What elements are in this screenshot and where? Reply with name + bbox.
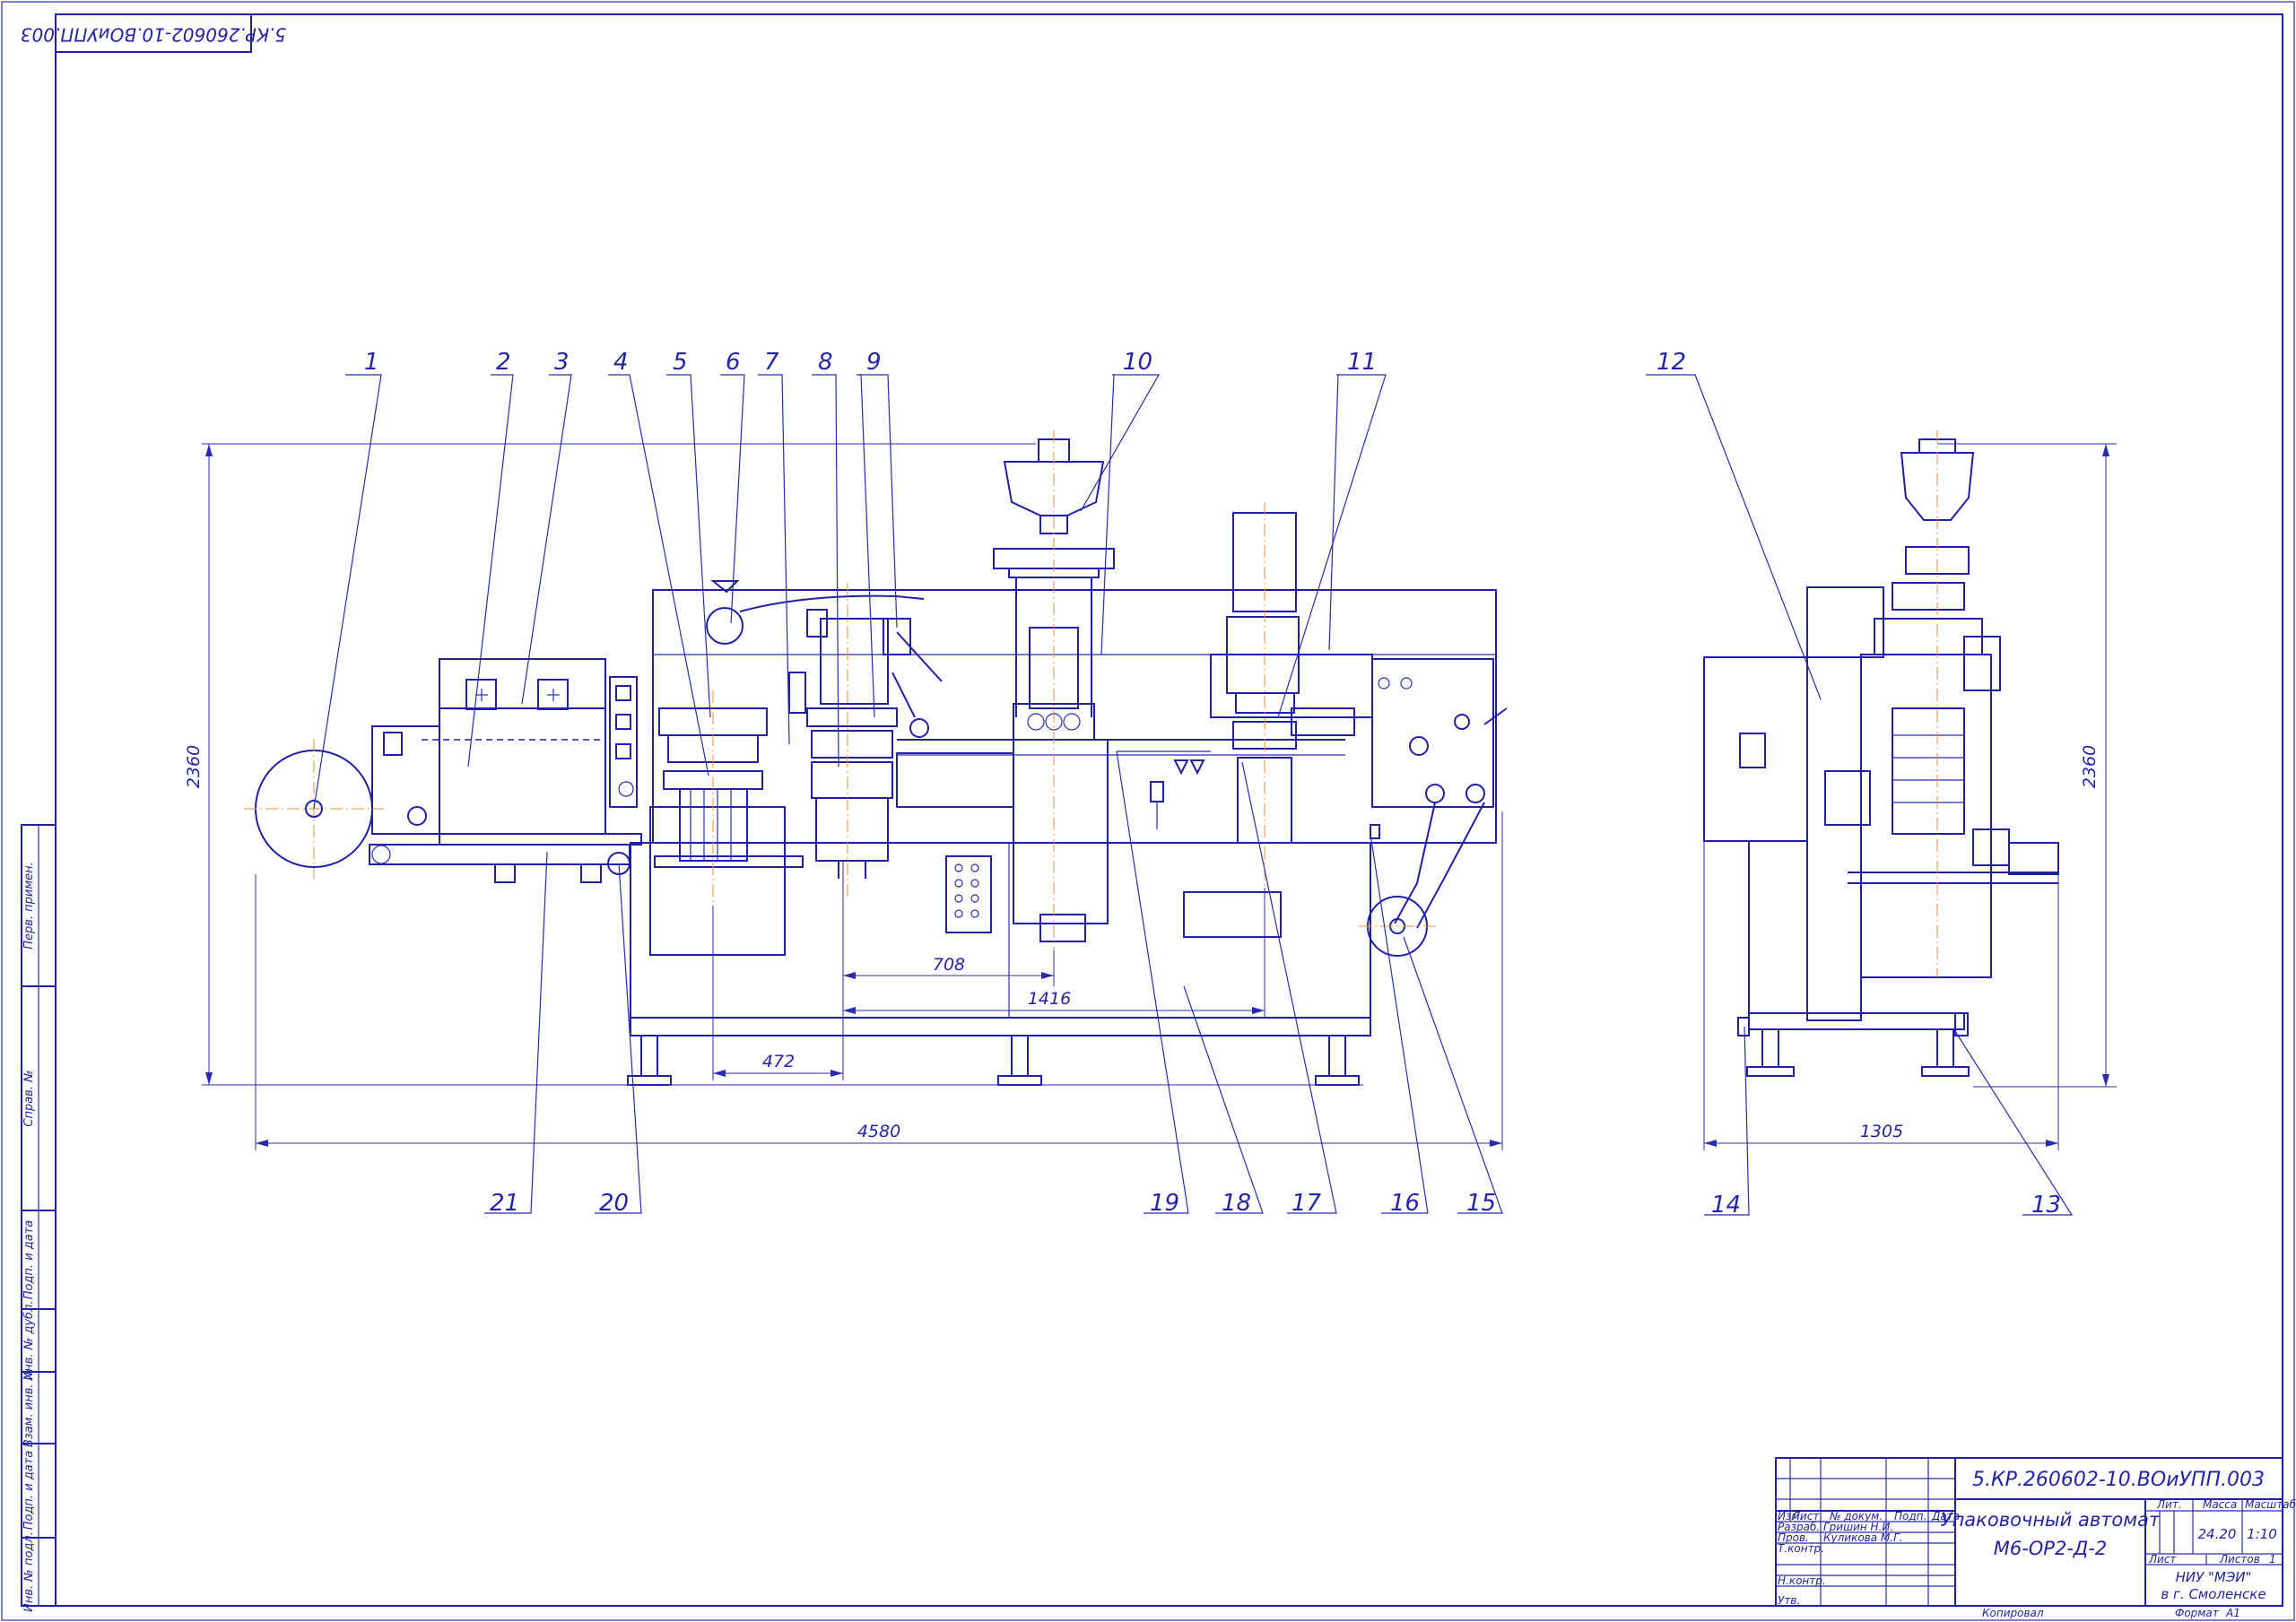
tb-masshtab: Масштаб [2245, 1498, 2296, 1511]
strip-perv-primen: Перв. примен. [22, 862, 36, 950]
tb-massa-value: 24.20 [2198, 1526, 2237, 1542]
title-block: 5.КР.260602-10.ВОиУПП.003 Упаковочный ав… [1775, 1457, 2296, 1607]
strip-sprav: Справ. № [22, 1070, 36, 1126]
tb-masshtab-value: 1:10 [2247, 1526, 2277, 1542]
tb-format-value: А1 [2225, 1607, 2240, 1619]
strip-podp-data-2: Подп. и дата [22, 1451, 36, 1531]
tb-data: Дата [1931, 1510, 1960, 1522]
sheet-frame [1, 1, 2295, 1621]
tb-massa: Масса [2203, 1498, 2237, 1511]
dim-height-side: 2360 [2080, 745, 2100, 788]
callout-5: 5 [673, 349, 688, 376]
callout-3: 3 [554, 349, 570, 376]
tb-sheet: Лист [2148, 1553, 2177, 1566]
dim-708: 708 [933, 955, 965, 975]
forming-station [654, 690, 804, 906]
strip-vzam-inv: Взам. инв. № [22, 1368, 36, 1447]
callout-11: 11 [1347, 349, 1377, 376]
strip-podp-data-1: Подп. и дата [22, 1220, 36, 1300]
base-hatch [1183, 891, 1282, 938]
side-dimensions: 2360 1305 [1703, 443, 2117, 1150]
tb-name-1: Упаковочный автомат [1941, 1509, 2161, 1531]
front-view [244, 430, 1508, 1086]
tb-podp: Подп. [1894, 1510, 1926, 1522]
code-stamp-text: 5.КР.260602-10.ВОиУПП.003 [21, 24, 286, 46]
dim-472: 472 [762, 1052, 795, 1071]
code-stamp: 5.КР.260602-10.ВОиУПП.003 [21, 13, 286, 53]
callout-6: 6 [726, 349, 741, 376]
tb-org-1: НИУ "МЭИ" [2176, 1569, 2252, 1585]
tb-designation: 5.КР.260602-10.ВОиУПП.003 [1972, 1469, 2265, 1491]
preheat-unit [439, 658, 606, 835]
callout-10: 10 [1123, 349, 1152, 376]
drawing-sheet: 5.КР.260602-10.ВОиУПП.003 Перв. примен. … [0, 0, 2296, 1622]
tb-nkontr: Н.контр. [1778, 1574, 1826, 1587]
cutting-station [1210, 502, 1373, 888]
engineering-drawing: 5.КР.260602-10.ВОиУПП.003 Перв. примен. … [1, 1, 2296, 1621]
side-cabinet [1703, 656, 1808, 842]
callout-12: 12 [1657, 349, 1686, 376]
tb-format: Формат [2175, 1607, 2220, 1619]
callout-1: 1 [364, 349, 379, 376]
callout-20: 20 [599, 1190, 629, 1217]
strip-inv-podl: Инв. № подл. [22, 1531, 36, 1612]
tb-lit: Лит. [2156, 1498, 2182, 1511]
callout-9: 9 [866, 349, 882, 376]
tb-prov-name: Куликова М.Г. [1823, 1531, 1903, 1544]
tb-utv: Утв. [1778, 1594, 1800, 1607]
callout-7: 7 [764, 349, 779, 376]
dim-height-front: 2360 [184, 745, 204, 788]
front-control-panel [945, 855, 992, 933]
callout-18: 18 [1222, 1190, 1251, 1217]
side-view [1703, 430, 2059, 1077]
dim-1416: 1416 [1028, 989, 1071, 1009]
dosing-hopper [993, 430, 1115, 950]
dim-overall-length: 4580 [857, 1122, 900, 1141]
callout-21: 21 [490, 1190, 519, 1217]
tb-sheets-value: 1 [2269, 1553, 2276, 1566]
tb-kopiroval: Копировал [1982, 1607, 2044, 1619]
tb-tkontr: Т.контр. [1778, 1542, 1824, 1555]
callout-8: 8 [818, 349, 833, 376]
callout-17: 17 [1292, 1190, 1322, 1217]
callout-19: 19 [1150, 1190, 1179, 1217]
film-conveyor [369, 844, 631, 865]
callout-4: 4 [613, 349, 629, 376]
callout-13: 13 [2031, 1192, 2061, 1219]
dim-side-width: 1305 [1860, 1122, 1903, 1141]
tb-sheets: Листов [2219, 1553, 2260, 1566]
callout-14: 14 [1711, 1192, 1741, 1219]
callout-15: 15 [1466, 1190, 1496, 1217]
callout-16: 16 [1390, 1190, 1420, 1217]
tb-name-2: М6-ОР2-Д-2 [1994, 1538, 2108, 1559]
tb-org-2: в г. Смоленске [2161, 1586, 2266, 1602]
side-strip: Перв. примен. Справ. № Подп. и дата Инв.… [21, 824, 57, 1612]
leveling-feet [627, 1035, 1360, 1086]
callout-2: 2 [496, 349, 511, 376]
